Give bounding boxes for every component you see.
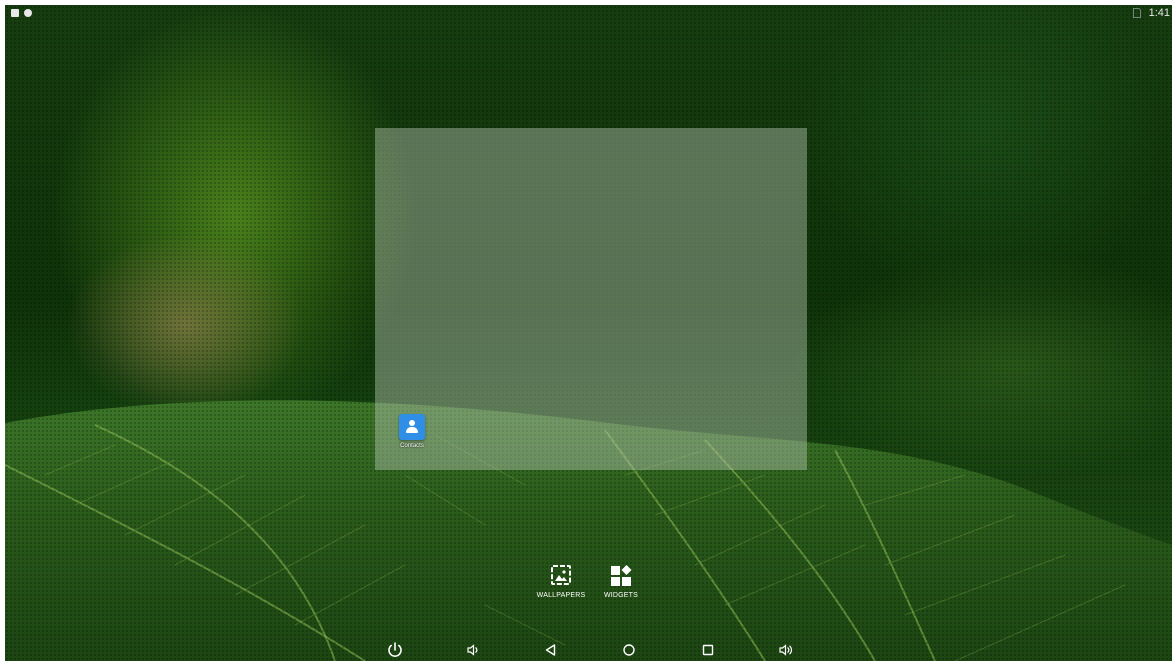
status-clock: 1:41 [1148,7,1170,19]
recents-icon[interactable] [699,641,717,659]
contacts-icon [399,414,425,440]
notification-icons [11,9,32,17]
home-screen: 1:41 Contacts WALLPAPERS WIDGETS [5,5,1172,661]
status-bar: 1:41 [5,5,1172,23]
app-icon-contacts[interactable]: Contacts [394,414,430,449]
wallpaper-icon [549,563,573,587]
home-icon[interactable] [620,641,638,659]
volume-down-icon[interactable] [464,641,482,659]
no-sim-icon [1132,8,1141,18]
wallpapers-button[interactable]: WALLPAPERS [531,563,591,599]
widgets-label: WIDGETS [603,592,639,599]
widgets-button[interactable]: WIDGETS [591,563,651,599]
app-label: Contacts [400,443,424,449]
volume-up-icon[interactable] [777,641,795,659]
workspace-page-preview[interactable]: Contacts [375,128,807,470]
widgets-icon [609,563,633,587]
navigation-bar [5,639,1172,661]
back-icon[interactable] [542,641,560,659]
notification-icon [24,9,32,17]
notification-icon [11,9,19,17]
wallpapers-label: WALLPAPERS [536,592,586,599]
status-indicators: 1:41 [1132,7,1170,19]
power-icon[interactable] [386,641,404,659]
